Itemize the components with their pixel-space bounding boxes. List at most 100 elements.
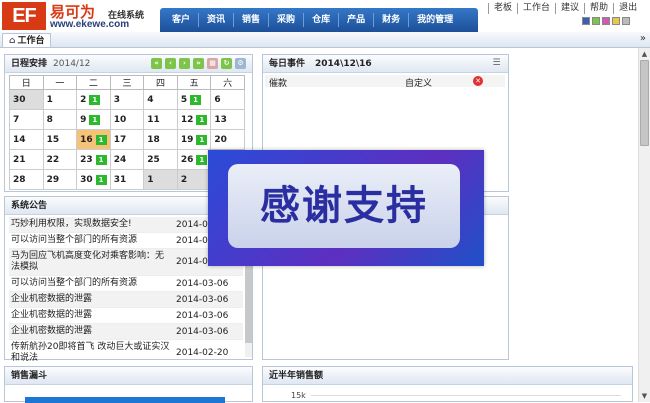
scroll-up-icon[interactable]: ▲	[639, 48, 650, 60]
calendar-week-row: 14 15 16 1 17 18 19 1 20	[9, 129, 245, 150]
nav-item-finance[interactable]: 财务	[373, 13, 408, 27]
calendar-day[interactable]: 25	[143, 149, 178, 170]
toplink-workbench[interactable]: 工作台	[517, 3, 555, 14]
next-month-icon[interactable]: ›	[179, 58, 190, 69]
nav-item-my-admin[interactable]: 我的管理	[408, 13, 461, 27]
page-scrollbar[interactable]: ▲ ▼	[638, 48, 650, 402]
calendar-week-row: 7 8 9 1 10 11 12 1 13	[9, 109, 245, 130]
event-row[interactable]: 催款 自定义 ✕	[265, 75, 505, 89]
calendar-day[interactable]: 21	[9, 149, 44, 170]
toplink-help[interactable]: 帮助	[584, 3, 613, 14]
calendar-day[interactable]: 13	[210, 109, 245, 130]
event-count-badge[interactable]: 1	[190, 94, 201, 105]
delete-icon[interactable]: ✕	[473, 76, 483, 86]
calendar-day[interactable]: 30	[9, 89, 44, 110]
calendar-day[interactable]: 11	[143, 109, 178, 130]
calendar-day[interactable]: 26 1	[176, 149, 212, 170]
toplink-suggest[interactable]: 建议	[555, 3, 584, 14]
event-count-badge[interactable]: 1	[196, 154, 208, 165]
notice-title-link[interactable]: 企业机密数据的泄露	[9, 308, 174, 323]
event-count-badge[interactable]: 1	[89, 94, 101, 105]
calendar-day[interactable]: 29	[42, 169, 78, 190]
nav-item-purchase[interactable]: 采购	[268, 13, 303, 27]
nav-item-news[interactable]: 资讯	[198, 13, 233, 27]
calendar-day-number: 21	[13, 154, 26, 165]
calendar-day-number: 11	[147, 114, 160, 125]
calendar-day-number: 28	[13, 174, 26, 185]
event-count-badge[interactable]: 1	[196, 134, 208, 145]
nav-item-products[interactable]: 产品	[338, 13, 373, 27]
calendar-day[interactable]: 31	[109, 169, 145, 190]
prev-month-icon[interactable]: ‹	[165, 58, 176, 69]
calendar-day[interactable]: 21	[76, 89, 111, 110]
calendar-day[interactable]: 2	[176, 169, 212, 190]
scroll-thumb[interactable]	[640, 60, 649, 146]
logo-url: www.ekewe.com	[50, 19, 130, 30]
toplink-boss[interactable]: 老板	[488, 3, 517, 14]
notice-row[interactable]: 可以访问当整个部门的所有资源 2014-03-06	[9, 276, 243, 292]
calendar-day[interactable]: 8	[42, 109, 78, 130]
weekday-label: 日	[9, 75, 44, 90]
calendar-day[interactable]: 3	[109, 89, 145, 110]
theme-swatch-pink[interactable]	[602, 17, 610, 25]
nav-item-warehouse[interactable]: 仓库	[303, 13, 338, 27]
notice-title-link[interactable]: 巧妙利用权限，实现数据安全!	[9, 217, 174, 232]
calendar-day[interactable]: 19 1	[176, 129, 212, 150]
calendar-day[interactable]: 16 1	[76, 129, 111, 150]
calendar-day[interactable]: 15	[42, 129, 78, 150]
calendar-day[interactable]: 51	[176, 89, 212, 110]
theme-swatch-green[interactable]	[592, 17, 600, 25]
next-year-icon[interactable]: »	[193, 58, 204, 69]
theme-swatch-blue[interactable]	[582, 17, 590, 25]
event-count-badge[interactable]: 1	[95, 174, 107, 185]
calendar-day[interactable]: 12 1	[176, 109, 212, 130]
calendar-icon[interactable]: ▦	[207, 58, 218, 69]
notice-title-link[interactable]: 可以访问当整个部门的所有资源	[9, 233, 174, 248]
collapse-icon[interactable]: »	[640, 33, 646, 44]
notice-title-link[interactable]: 企业机密数据的泄露	[9, 324, 174, 339]
calendar-day[interactable]: 1	[143, 169, 178, 190]
notice-title-link[interactable]: 可以访问当整个部门的所有资源	[9, 276, 174, 291]
event-count-badge[interactable]: 1	[95, 154, 107, 165]
tab-workbench[interactable]: ⌂ 工作台	[2, 33, 52, 47]
nav-item-sales[interactable]: 销售	[233, 13, 268, 27]
theme-swatch-yellow[interactable]	[612, 17, 620, 25]
calendar-day[interactable]: 1	[42, 89, 78, 110]
calendar-day[interactable]: 18	[143, 129, 178, 150]
refresh-icon[interactable]: ↻	[221, 58, 232, 69]
calendar-day[interactable]: 7	[9, 109, 44, 130]
notice-title-link[interactable]: 传新航孙20即将首飞 改动巨大或证实汉和说法	[9, 340, 174, 366]
theme-swatch-gray[interactable]	[622, 17, 630, 25]
event-count-badge[interactable]: 1	[89, 114, 101, 125]
calendar-day[interactable]: 17	[109, 129, 145, 150]
notice-title-link[interactable]: 马为回应飞机高度变化对乘客影响：无法模拟	[9, 249, 174, 275]
list-icon[interactable]: ☰	[491, 58, 502, 69]
calendar-day[interactable]: 20	[210, 129, 245, 150]
calendar-day[interactable]: 30 1	[76, 169, 111, 190]
notice-row[interactable]: 传新航孙20即将首飞 改动巨大或证实汉和说法 2014-02-20	[9, 340, 243, 367]
calendar-day[interactable]: 24	[109, 149, 145, 170]
calendar-day[interactable]: 28	[9, 169, 44, 190]
calendar-day-number: 9	[80, 114, 87, 125]
prev-year-icon[interactable]: «	[151, 58, 162, 69]
settings-icon[interactable]: ⚙	[235, 58, 246, 69]
nav-item-customers[interactable]: 客户	[164, 13, 198, 27]
calendar-day[interactable]: 10	[109, 109, 145, 130]
event-count-badge[interactable]: 1	[95, 134, 107, 145]
calendar-day[interactable]: 14	[9, 129, 44, 150]
scroll-down-icon[interactable]: ▼	[639, 390, 650, 402]
calendar-day[interactable]: 22	[42, 149, 78, 170]
notice-row[interactable]: 企业机密数据的泄露 2014-03-06	[9, 292, 243, 308]
notice-row[interactable]: 企业机密数据的泄露 2014-03-06	[9, 324, 243, 340]
calendar-day[interactable]: 6	[210, 89, 245, 110]
calendar-day[interactable]: 23 1	[76, 149, 111, 170]
event-type: 自定义	[405, 79, 433, 89]
event-count-badge[interactable]: 1	[196, 114, 208, 125]
calendar-day-number: 2	[80, 94, 87, 105]
calendar-day[interactable]: 4	[143, 89, 178, 110]
notice-row[interactable]: 企业机密数据的泄露 2014-03-06	[9, 308, 243, 324]
calendar-day[interactable]: 91	[76, 109, 111, 130]
notice-title-link[interactable]: 企业机密数据的泄露	[9, 292, 174, 307]
calendar-day-number: 20	[214, 134, 227, 145]
toplink-logout[interactable]: 退出	[613, 3, 642, 14]
